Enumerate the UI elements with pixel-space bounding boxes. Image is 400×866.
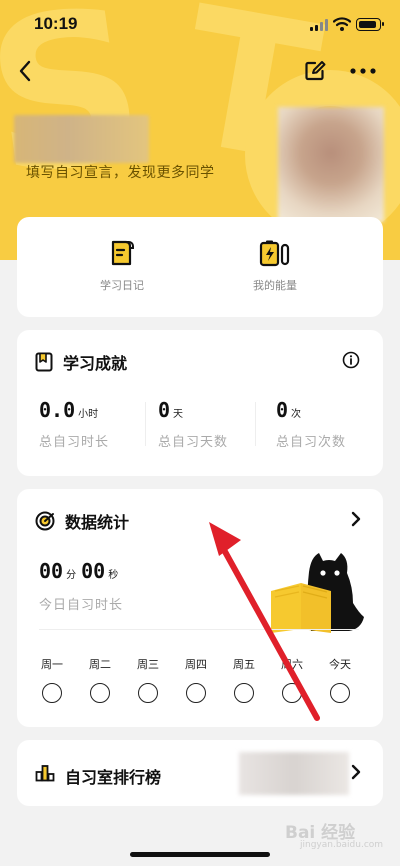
avatar[interactable] — [278, 107, 384, 222]
stat-value: 0.0 — [39, 398, 76, 422]
minutes-value: 00 — [39, 559, 64, 583]
shortcut-label: 学习日记 — [100, 279, 144, 292]
divider — [145, 402, 146, 446]
baidu-watermark-url: jingyan.baidu.com — [300, 840, 384, 850]
day-status-circle — [138, 683, 158, 703]
stat-value: 0 — [276, 398, 289, 422]
more-dots-icon — [350, 68, 376, 74]
total-study-hours: 0.0 小时 总自习时长 — [39, 398, 149, 450]
total-study-days: 0 天 总自习天数 — [158, 398, 268, 450]
info-icon[interactable] — [342, 351, 360, 369]
status-time: 10:19 — [34, 14, 78, 33]
day-status-circle — [90, 683, 110, 703]
diary-icon — [111, 240, 134, 266]
chevron-right-icon[interactable] — [349, 764, 363, 780]
back-button[interactable] — [12, 58, 38, 84]
home-indicator[interactable] — [130, 852, 270, 857]
today-study-duration: 00 分 00 秒 — [39, 559, 123, 583]
day-label: 周一 — [41, 658, 63, 671]
day-status-circle — [42, 683, 62, 703]
day-label: 周二 — [89, 658, 111, 671]
stat-unit: 小时 — [78, 409, 99, 420]
minutes-unit: 分 — [66, 570, 77, 581]
stat-label: 总自习天数 — [158, 435, 229, 450]
target-icon — [35, 511, 55, 531]
card-header: 学习成就 — [35, 350, 127, 374]
total-study-sessions: 0 次 总自习次数 — [276, 398, 386, 450]
wifi-icon — [333, 17, 351, 31]
username-blurred — [14, 115, 149, 163]
battery-icon — [356, 18, 384, 31]
divider — [255, 402, 256, 446]
book-icon — [35, 352, 53, 372]
status-bar: 10:19 — [0, 0, 400, 50]
stat-value: 0 — [158, 398, 171, 422]
ranking-bars-icon — [35, 765, 55, 782]
card-title: 学习成就 — [63, 354, 128, 373]
red-arrow-annotation — [209, 522, 320, 721]
more-options-button[interactable] — [348, 58, 378, 84]
today-study-label: 今日自习时长 — [39, 598, 124, 613]
stat-unit: 次 — [291, 409, 302, 420]
edit-icon — [305, 61, 326, 81]
ranking-avatars-blurred — [239, 752, 349, 795]
study-room-ranking-card[interactable]: 自习室排行榜 — [17, 740, 383, 806]
stat-label: 总自习次数 — [276, 435, 347, 450]
shortcut-label: 我的能量 — [253, 279, 297, 292]
study-slogan-prompt[interactable]: 填写自习宣言，发现更多同学 — [26, 162, 215, 182]
battery-energy-icon — [259, 240, 290, 267]
cellular-signal-icon — [310, 19, 328, 31]
card-header: 数据统计 — [35, 509, 129, 533]
seconds-value: 00 — [81, 559, 106, 583]
day-label: 周三 — [137, 658, 159, 671]
study-diary-shortcut[interactable]: 学习日记 — [67, 239, 177, 293]
study-achievement-card: 学习成就 0.0 小时 总自习时长 0 天 总自习天数 0 次 总自习次数 — [17, 330, 383, 476]
chevron-left-icon — [19, 60, 31, 82]
stat-label: 总自习时长 — [39, 435, 110, 450]
chevron-right-icon[interactable] — [349, 511, 363, 527]
stat-unit: 天 — [173, 409, 184, 420]
shortcuts-card: 学习日记 我的能量 — [17, 217, 383, 317]
card-title: 数据统计 — [65, 513, 130, 532]
seconds-unit: 秒 — [108, 570, 119, 581]
my-energy-shortcut[interactable]: 我的能量 — [220, 239, 330, 293]
card-title: 自习室排行榜 — [65, 768, 162, 787]
edit-profile-button[interactable] — [302, 58, 328, 84]
